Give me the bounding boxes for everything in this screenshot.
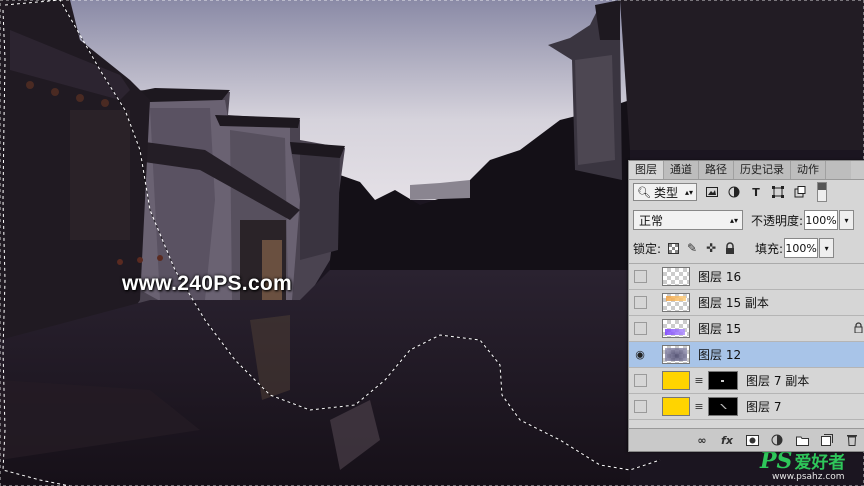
tab-history[interactable]: 历史记录 [734, 161, 791, 179]
lock-paint-icon[interactable]: ✎ [685, 241, 699, 255]
opacity-label: 不透明度: [751, 213, 804, 228]
eye-icon: ◉ [635, 348, 645, 361]
visibility-hidden-box [633, 400, 647, 413]
layer-thumbnail [662, 319, 690, 338]
link-chain-icon[interactable]: ≡ [694, 374, 704, 387]
watermark-text: www.240PS.com [122, 272, 293, 295]
tab-paths[interactable]: 路径 [699, 161, 734, 179]
smart-object-filter-icon[interactable] [793, 185, 807, 199]
fill-dropdown[interactable]: ▾ [819, 238, 835, 258]
link-chain-icon[interactable]: ≡ [694, 400, 704, 413]
visibility-toggle[interactable]: ◉ [629, 342, 651, 367]
logo-url: www.psahz.com [772, 472, 845, 482]
add-mask-icon[interactable] [743, 432, 761, 448]
filter-value: 类型 [653, 185, 678, 200]
visibility-toggle[interactable] [629, 394, 651, 419]
filter-toggle[interactable] [817, 182, 827, 202]
layers-list: 图层 16 图层 15 副本 图层 15 ◉ 图层 12 ≡ 图层 7 副本 ≡… [629, 263, 864, 428]
lock-position-icon[interactable]: ✜ [704, 241, 718, 255]
lock-row: 锁定: ✎ ✜ 填充: 100% ▾ [633, 238, 864, 258]
tab-actions[interactable]: 动作 [791, 161, 826, 179]
type-filter-icon[interactable]: T [749, 185, 763, 199]
visibility-hidden-box [633, 322, 647, 335]
adjustment-layer-icon[interactable] [768, 432, 786, 448]
chevron-updown-icon: ▴▾ [684, 187, 693, 197]
layer-name: 图层 7 副本 [746, 374, 810, 388]
visibility-hidden-box [633, 270, 647, 283]
layer-row[interactable]: 图层 15 [629, 316, 864, 342]
layer-name: 图层 15 副本 [698, 296, 769, 310]
logo-chinese: 爱好者 [794, 453, 846, 473]
lock-all-icon[interactable] [723, 241, 737, 255]
new-group-icon[interactable] [793, 432, 811, 448]
tab-layers[interactable]: 图层 [629, 161, 664, 179]
visibility-hidden-box [633, 374, 647, 387]
adjustment-filter-icon[interactable] [727, 185, 741, 199]
blend-mode-value: 正常 [639, 213, 664, 228]
link-layers-icon[interactable]: ∞ [693, 432, 711, 448]
opacity-input[interactable]: 100% [804, 210, 839, 230]
layer-thumbnail [662, 293, 690, 312]
visibility-hidden-box [633, 296, 647, 309]
fill-input[interactable]: 100% [784, 238, 819, 258]
blend-row: 正常 ▴▾ 不透明度: 100% ▾ [633, 209, 864, 231]
layer-mask-thumbnail[interactable] [708, 397, 738, 416]
opacity-dropdown[interactable]: ▾ [839, 210, 855, 230]
layer-name: 图层 15 [698, 322, 742, 336]
visibility-toggle[interactable] [629, 316, 651, 341]
visibility-toggle[interactable] [629, 264, 651, 289]
layer-row[interactable]: 图层 15 副本 [629, 290, 864, 316]
image-filter-icon[interactable] [705, 185, 719, 199]
layer-row[interactable]: ≡ 图层 7 副本 [629, 368, 864, 394]
layers-panel: 图层 通道 路径 历史记录 动作 🔍︎ 类型 ▴▾ T 正常 ▴▾ 不透明度: … [628, 160, 864, 452]
layer-name: 图层 12 [698, 348, 742, 362]
layer-filter-select[interactable]: 🔍︎ 类型 ▴▾ [633, 183, 697, 201]
panel-menu-button[interactable] [851, 161, 864, 179]
new-layer-icon[interactable] [818, 432, 836, 448]
lock-transparent-icon[interactable] [666, 241, 680, 255]
panel-tabs: 图层 通道 路径 历史记录 动作 [629, 161, 864, 180]
layer-thumbnail [662, 345, 690, 364]
layer-row-selected[interactable]: ◉ 图层 12 [629, 342, 864, 368]
layer-mask-thumbnail[interactable] [708, 371, 738, 390]
layer-lock-icon [854, 322, 863, 336]
chevron-down-icon: ▾ [824, 243, 829, 253]
blend-mode-select[interactable]: 正常 ▴▾ [633, 210, 743, 230]
chevron-updown-icon: ▴▾ [729, 215, 738, 225]
visibility-toggle[interactable] [629, 368, 651, 393]
lock-label: 锁定: [633, 241, 662, 256]
layer-thumbnail [662, 267, 690, 286]
layer-row[interactable]: ≡ 图层 7 [629, 394, 864, 420]
layers-bottom-bar: ∞ fx [629, 428, 864, 451]
layer-name: 图层 16 [698, 270, 742, 284]
delete-icon[interactable] [843, 432, 861, 448]
layer-thumbnail [662, 371, 690, 390]
search-icon: 🔍︎ [637, 185, 651, 199]
visibility-toggle[interactable] [629, 290, 651, 315]
layer-name: 图层 7 [746, 400, 782, 414]
chevron-down-icon: ▾ [844, 215, 849, 225]
shape-filter-icon[interactable] [771, 185, 785, 199]
tab-channels[interactable]: 通道 [664, 161, 699, 179]
layer-row[interactable]: 图层 16 [629, 264, 864, 290]
fill-label: 填充: [755, 241, 784, 256]
layer-thumbnail [662, 397, 690, 416]
filter-row: 🔍︎ 类型 ▴▾ T [633, 182, 864, 202]
fx-icon[interactable]: fx [718, 432, 736, 448]
